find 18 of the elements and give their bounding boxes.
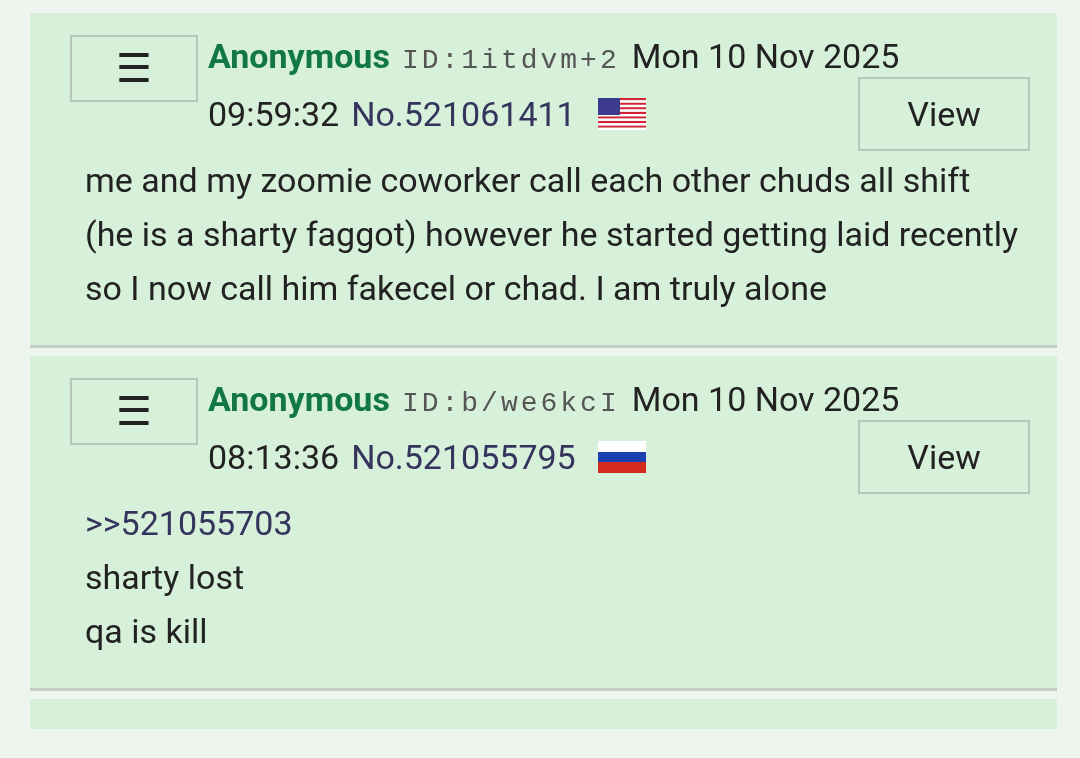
view-button[interactable]: View: [858, 77, 1030, 151]
menu-button[interactable]: ☰: [70, 35, 198, 102]
post-number[interactable]: No.521061411: [351, 88, 576, 140]
view-button[interactable]: View: [858, 420, 1030, 494]
post-date: Mon 10 Nov 2025: [631, 35, 900, 78]
poster-id: ID:1itdvm+2: [401, 44, 620, 78]
poster-name: Anonymous: [208, 35, 390, 78]
post-time: 09:59:32: [208, 92, 340, 136]
post-time: 08:13:36: [208, 435, 340, 479]
menu-button[interactable]: ☰: [70, 378, 198, 445]
post-date: Mon 10 Nov 2025: [631, 378, 900, 421]
poster-id: ID:b/we6kcI: [401, 387, 620, 421]
post-text: me and my zoomie coworker call each other chuds all shift (he is a sharty faggot) however he started getting laid recently so I now call him fakecel or chad. I am truly alone: [85, 159, 1020, 310]
post-number[interactable]: No.521055795: [351, 431, 576, 483]
post-text: qa is kill: [85, 610, 209, 653]
post-text: sharty lost: [85, 556, 246, 599]
poster-name: Anonymous: [208, 378, 390, 421]
quote-link[interactable]: >>521055703: [85, 496, 1027, 550]
